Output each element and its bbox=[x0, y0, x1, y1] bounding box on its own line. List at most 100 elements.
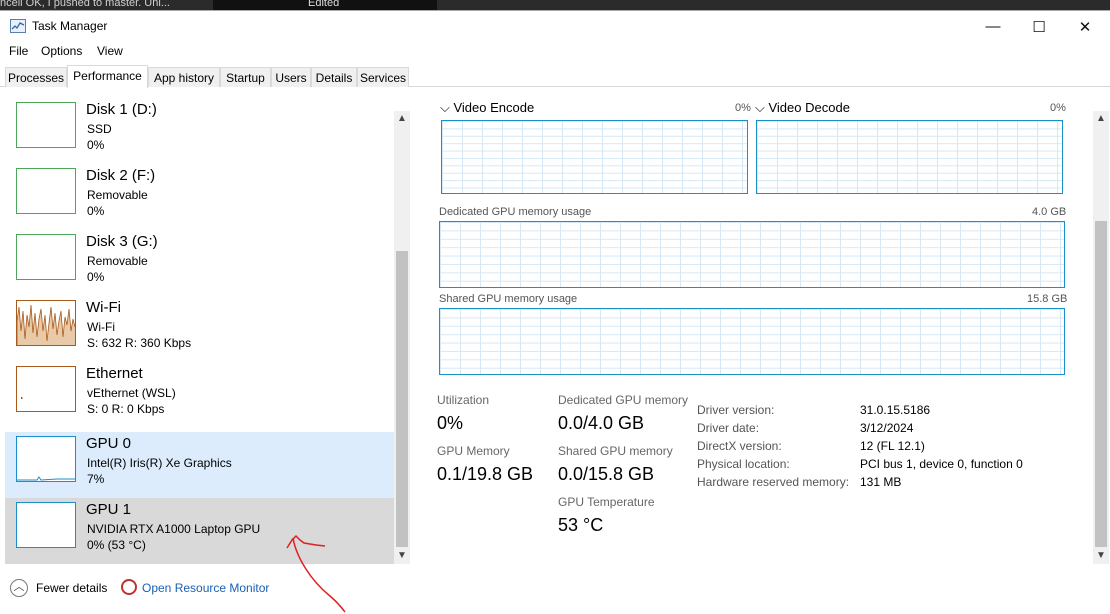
disk-3-thumbnail bbox=[16, 234, 76, 280]
shared-memory-graph bbox=[439, 308, 1065, 375]
utilization-value: 0% bbox=[437, 413, 464, 433]
ethernet-graph bbox=[21, 397, 23, 399]
gpu-detail-panel: ⌵ Video Encode 0% ⌵ Video Decode 0% Dedi… bbox=[420, 98, 1090, 566]
maximize-button[interactable]: ☐ bbox=[1016, 11, 1062, 42]
item-subtitle: Intel(R) Iris(R) Xe Graphics bbox=[87, 456, 232, 470]
directx-version-value: 12 (FL 12.1) bbox=[860, 439, 925, 453]
gpu-temperature-label: GPU Temperature bbox=[558, 495, 655, 509]
item-name: Ethernet bbox=[86, 365, 143, 382]
driver-version-key: Driver version: bbox=[697, 403, 775, 417]
resource-sidebar: Disk 1 (D:) SSD 0% Disk 2 (F:) Removable… bbox=[5, 98, 410, 566]
window-title: Task Manager bbox=[32, 19, 108, 33]
menu-view[interactable]: View bbox=[97, 44, 123, 58]
tab-app-history[interactable]: App history bbox=[148, 67, 220, 87]
item-subtitle: Removable bbox=[87, 254, 148, 268]
tab-services[interactable]: Services bbox=[357, 67, 409, 87]
menu-options[interactable]: Options bbox=[41, 44, 82, 58]
video-decode-value: 0% bbox=[1050, 102, 1066, 114]
sidebar-scrollbar[interactable]: ▲ ▼ bbox=[394, 111, 410, 564]
sidebar-item-gpu-0[interactable]: GPU 0 Intel(R) Iris(R) Xe Graphics 7% bbox=[5, 432, 394, 498]
dedicated-memory-graph bbox=[439, 221, 1065, 288]
menu-file[interactable]: File bbox=[9, 44, 28, 58]
open-resource-monitor-link[interactable]: Open Resource Monitor bbox=[142, 581, 269, 595]
sidebar-item-wifi[interactable]: Wi-Fi Wi-Fi S: 632 R: 360 Kbps bbox=[5, 296, 394, 362]
item-subtitle: Removable bbox=[87, 188, 148, 202]
shared-memory-graph-label: Shared GPU memory usage bbox=[439, 293, 578, 305]
tab-strip: Processes Performance App history Startu… bbox=[0, 65, 1110, 88]
disk-2-thumbnail bbox=[16, 168, 76, 214]
item-name: Wi-Fi bbox=[86, 299, 121, 316]
video-encode-value: 0% bbox=[735, 102, 751, 114]
video-decode-graph bbox=[756, 120, 1063, 194]
driver-date-key: Driver date: bbox=[697, 421, 760, 435]
item-value: 7% bbox=[87, 472, 105, 486]
chevron-down-icon: ⌵ bbox=[755, 100, 765, 115]
utilization-label: Utilization bbox=[437, 393, 490, 407]
shared-memory-graph-max: 15.8 GB bbox=[1027, 293, 1068, 305]
fewer-details-button[interactable]: Fewer details bbox=[36, 581, 107, 595]
directx-version-key: DirectX version: bbox=[697, 439, 782, 453]
tab-performance[interactable]: Performance bbox=[67, 65, 148, 88]
reserved-memory-key: Hardware reserved memory: bbox=[697, 475, 850, 489]
gpu-memory-value: 0.1/19.8 GB bbox=[437, 464, 534, 484]
physical-location-key: Physical location: bbox=[697, 457, 790, 471]
background-text: ncell OK, I pushed to master. Uni... bbox=[0, 0, 170, 9]
scroll-down-icon[interactable]: ▼ bbox=[397, 550, 407, 561]
driver-version-value: 31.0.15.5186 bbox=[860, 403, 931, 417]
sidebar-item-disk-1[interactable]: Disk 1 (D:) SSD 0% bbox=[5, 98, 394, 164]
dedicated-memory-value: 0.0/4.0 GB bbox=[558, 413, 645, 433]
gpu-0-graph bbox=[17, 476, 75, 481]
shared-memory-value: 0.0/15.8 GB bbox=[558, 464, 655, 484]
item-name: Disk 1 (D:) bbox=[86, 101, 157, 118]
reserved-memory-value: 131 MB bbox=[860, 475, 902, 489]
ethernet-thumbnail bbox=[16, 366, 76, 412]
video-encode-label: Video Encode bbox=[453, 100, 535, 115]
background-label: Edited bbox=[308, 0, 340, 9]
item-value: S: 632 R: 360 Kbps bbox=[87, 336, 192, 350]
footer-bar: ︿ Fewer details Open Resource Monitor bbox=[0, 567, 1110, 614]
dedicated-memory-label: Dedicated GPU memory bbox=[558, 393, 689, 407]
task-manager-window: Task Manager — ☐ ✕ File Options View Pro… bbox=[0, 10, 1110, 614]
resource-monitor-icon bbox=[121, 579, 137, 595]
scroll-up-icon[interactable]: ▲ bbox=[1096, 113, 1106, 124]
item-name: GPU 1 bbox=[86, 501, 132, 518]
dedicated-memory-graph-max: 4.0 GB bbox=[1032, 206, 1067, 218]
gpu-0-thumbnail bbox=[16, 436, 76, 482]
title-bar[interactable]: Task Manager — ☐ ✕ bbox=[0, 11, 1110, 43]
chevron-down-icon: ⌵ bbox=[440, 100, 450, 115]
close-button[interactable]: ✕ bbox=[1062, 11, 1108, 42]
tab-users[interactable]: Users bbox=[271, 67, 311, 87]
scrollbar-thumb[interactable] bbox=[396, 251, 408, 547]
item-value: 0% bbox=[87, 138, 105, 152]
dedicated-memory-graph-label: Dedicated GPU memory usage bbox=[439, 206, 592, 218]
sidebar-item-gpu-1[interactable]: GPU 1 NVIDIA RTX A1000 Laptop GPU 0% (53… bbox=[5, 498, 394, 564]
video-decode-label: Video Decode bbox=[768, 100, 850, 115]
shared-memory-label: Shared GPU memory bbox=[558, 444, 673, 458]
item-name: Disk 2 (F:) bbox=[86, 167, 156, 184]
item-subtitle: SSD bbox=[87, 122, 112, 136]
gpu-temperature-value: 53 °C bbox=[558, 515, 604, 535]
item-subtitle: Wi-Fi bbox=[87, 320, 115, 334]
disk-1-thumbnail bbox=[16, 102, 76, 148]
item-value: 0% bbox=[87, 270, 105, 284]
scroll-down-icon[interactable]: ▼ bbox=[1096, 550, 1106, 561]
tab-startup[interactable]: Startup bbox=[220, 67, 271, 87]
tab-details[interactable]: Details bbox=[311, 67, 357, 87]
detail-scrollbar[interactable]: ▲ ▼ bbox=[1093, 111, 1109, 564]
scroll-up-icon[interactable]: ▲ bbox=[397, 113, 407, 124]
video-encode-graph bbox=[441, 120, 748, 194]
sidebar-item-ethernet[interactable]: Ethernet vEthernet (WSL) S: 0 R: 0 Kbps bbox=[5, 362, 394, 428]
wifi-graph bbox=[17, 304, 75, 345]
chevron-up-icon[interactable]: ︿ bbox=[10, 579, 28, 597]
video-encode-header[interactable]: ⌵ Video Encode bbox=[440, 100, 534, 116]
item-value: 0% (53 °C) bbox=[87, 538, 146, 552]
wifi-thumbnail bbox=[16, 300, 76, 346]
scrollbar-thumb[interactable] bbox=[1095, 221, 1107, 547]
video-decode-header[interactable]: ⌵ Video Decode bbox=[755, 100, 850, 116]
minimize-button[interactable]: — bbox=[970, 11, 1016, 42]
sidebar-item-disk-3[interactable]: Disk 3 (G:) Removable 0% bbox=[5, 230, 394, 296]
tab-processes[interactable]: Processes bbox=[5, 67, 67, 87]
item-subtitle: NVIDIA RTX A1000 Laptop GPU bbox=[87, 522, 261, 536]
sidebar-item-disk-2[interactable]: Disk 2 (F:) Removable 0% bbox=[5, 164, 394, 230]
physical-location-value: PCI bus 1, device 0, function 0 bbox=[860, 457, 1023, 471]
